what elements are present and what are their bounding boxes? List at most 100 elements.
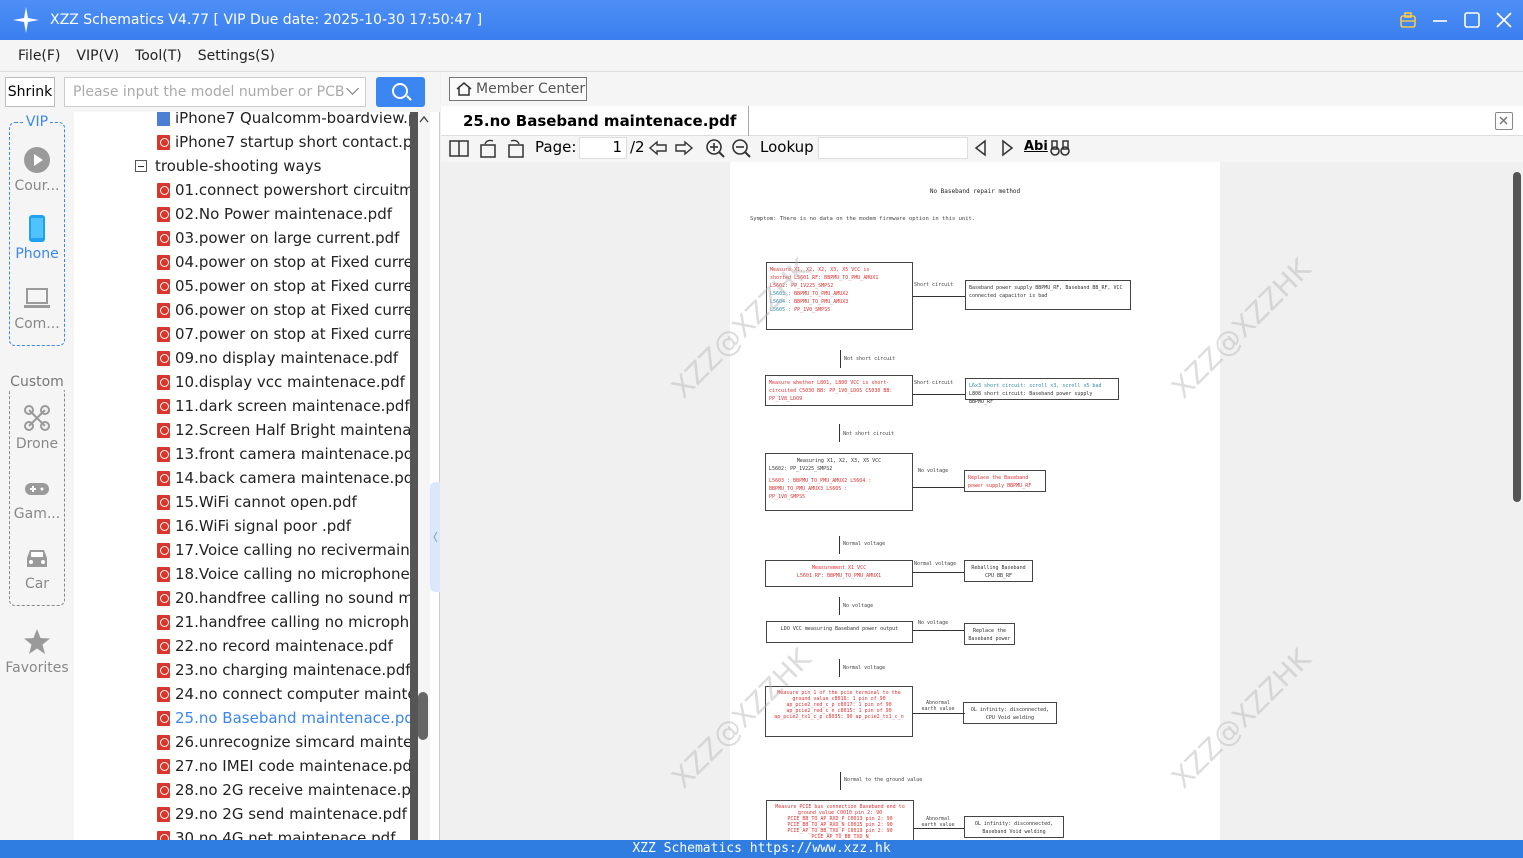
phone-icon [23,214,51,242]
menu-tool[interactable]: Tool(T) [135,48,182,64]
next-page-icon[interactable] [674,138,694,158]
file-row[interactable]: 02.No Power maintenace.pdf [157,202,392,226]
category-phone[interactable]: Phone [0,214,74,262]
collapse-folder-icon[interactable] [135,160,147,172]
briefcase-icon[interactable] [1399,11,1417,29]
pdf-icon [157,398,170,414]
lookup-input[interactable] [818,137,968,159]
file-row[interactable]: 17.Voice calling no recivermaintenace.pd… [157,538,410,562]
category-drone[interactable]: Drone [0,404,74,452]
close-tab-icon[interactable] [1495,112,1513,130]
rotate-left-icon[interactable] [479,138,499,158]
file-name: 30.no 4G net maintenace.pdf [175,829,396,840]
category-computer[interactable]: Com... [0,284,74,332]
flow-box-7: Measure PCIE bus connection Baseband end… [766,800,914,840]
car-icon [23,544,51,572]
lookup-label: Lookup [760,138,814,156]
search-placeholder: Please input the model number or PCB [73,84,345,100]
file-name: 20.handfree calling no sound maintenace.… [175,589,410,607]
scroll-up-icon[interactable] [418,114,430,124]
file-name: 24.no connect computer maintenace.pdf [175,685,410,703]
file-name: 17.Voice calling no recivermaintenace.pd… [175,541,410,559]
file-row[interactable]: 26.unrecognize simcard maintenace.pdf [157,730,410,754]
pdf-scroll-thumb[interactable] [1513,172,1521,502]
file-row[interactable]: 18.Voice calling no microphone maintenac… [157,562,410,586]
category-game[interactable]: Gam... [0,474,74,522]
file-row[interactable]: 27.no IMEI code maintenace.pdf [157,754,410,778]
file-row[interactable]: 25.no Baseband maintenace.pdf [157,706,410,730]
file-row[interactable]: 23.no charging maintenace.pdf [157,658,410,682]
search-input[interactable]: Please input the model number or PCB [64,77,366,107]
file-list-scrollbar[interactable] [410,112,430,840]
file-row[interactable]: 29.no 2G send maintenace.pdf [157,802,407,826]
menu-settings[interactable]: Settings(S) [198,48,275,64]
file-name: 02.No Power maintenace.pdf [175,205,392,223]
file-row[interactable]: 09.no display maintenace.pdf [157,346,398,370]
page-input[interactable]: 1 [579,137,627,159]
prev-page-icon[interactable] [648,138,668,158]
file-row[interactable]: 10.display vcc maintenace.pdf [157,370,405,394]
category-courses[interactable]: Cour... [0,146,74,194]
file-row[interactable]: 13.front camera maintenace.pdf [157,442,410,466]
menu-file[interactable]: File(F) [18,48,60,64]
watermark: XZZ@XZZHK [1165,252,1318,405]
file-row[interactable]: 15.WiFi cannot open.pdf [157,490,357,514]
pdf-icon [157,566,170,582]
file-row[interactable]: 04.power on stop at Fixed current 2 [157,250,410,274]
file-row[interactable]: 20.handfree calling no sound maintenace.… [157,586,410,610]
star-icon [23,628,51,656]
shrink-button[interactable]: Shrink [5,77,55,107]
category-car[interactable]: Car [0,544,74,592]
pdf-viewer[interactable]: No Baseband repair method Symptom: There… [441,162,1523,840]
find-prev-icon[interactable] [971,138,991,158]
match-case-button[interactable]: Abi [1024,139,1048,154]
search-button[interactable] [376,77,425,107]
file-row[interactable]: 22.no record maintenace.pdf [157,634,393,658]
file-row[interactable]: 21.handfree calling no microphone mainte… [157,610,410,634]
binoculars-icon[interactable] [1050,138,1070,158]
file-row[interactable]: 05.power on stop at Fixed current 4 [157,274,410,298]
file-row[interactable]: 11.dark screen maintenace.pdf [157,394,410,418]
close-icon[interactable] [1495,11,1513,29]
find-next-icon[interactable] [997,138,1017,158]
pdf-toolbar: Page: 1 /2 Lookup Abi [441,136,1523,160]
zoom-in-icon[interactable] [705,138,725,158]
chevron-down-icon[interactable] [346,82,359,95]
pdf-icon [157,446,170,462]
maximize-icon[interactable] [1463,11,1481,29]
file-name: 11.dark screen maintenace.pdf [175,397,410,415]
file-row[interactable]: 16.WiFi signal poor .pdf [157,514,351,538]
file-row-boardview[interactable]: iPhone7 Qualcomm-boardview.pcb [157,112,410,130]
pdf-icon [157,710,170,726]
rotate-right-icon[interactable] [505,138,525,158]
watermark: XZZ@XZZHK [1165,642,1318,795]
pdf-icon [157,542,170,558]
category-favorites[interactable]: Favorites [0,628,74,676]
pdf-icon [157,518,170,534]
file-row[interactable]: 12.Screen Half Bright maintenace.pdf [157,418,410,442]
pdf-scrollbar[interactable] [1509,162,1523,840]
flow-result-3: Replace the Baseband power supply BBPMU_… [964,470,1046,492]
tab-document[interactable]: 25.no Baseband maintenace.pdf [451,106,750,136]
collapse-panel-handle[interactable] [430,482,440,592]
sidebar-toggle-icon[interactable] [449,138,469,158]
file-row[interactable]: 30.no 4G net maintenace.pdf [157,826,395,840]
file-row-startup[interactable]: iPhone7 startup short contact.pdf [157,130,410,154]
window-title: XZZ Schematics V4.77 [ VIP Due date: 202… [50,12,483,28]
file-row[interactable]: 24.no connect computer maintenace.pdf [157,682,410,706]
scroll-thumb[interactable] [418,692,428,740]
file-row[interactable]: 14.back camera maintenace.pdf [157,466,410,490]
file-row[interactable]: 06.power on stop at Fixed current 6 [157,298,410,322]
member-center-button[interactable]: Member Center [449,77,587,101]
file-row[interactable]: 01.connect powershort circuitmaintenace.… [157,178,410,202]
pdf-icon [157,734,170,750]
file-row[interactable]: 28.no 2G receive maintenace.pdf [157,778,410,802]
file-row[interactable]: 07.power on stop at Fixed current 8 [157,322,410,346]
minimize-icon[interactable] [1431,11,1449,29]
file-row[interactable]: 03.power on large current.pdf [157,226,399,250]
pdf-icon [157,830,170,840]
menu-vip[interactable]: VIP(V) [76,48,119,64]
folder-row[interactable]: trouble-shooting ways [135,154,321,178]
zoom-out-icon[interactable] [731,138,751,158]
pdf-icon [157,302,170,318]
